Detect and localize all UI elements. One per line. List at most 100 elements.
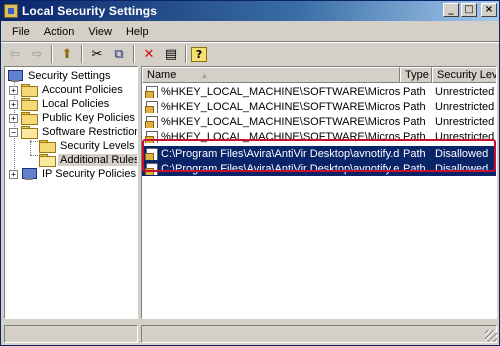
collapse-minus-icon[interactable]: − — [9, 127, 18, 137]
folder-icon — [21, 84, 38, 97]
rule-name: C:\Program Files\Avira\AntiVir Desktop\a… — [161, 162, 400, 175]
window-title: Local Security Settings — [22, 4, 158, 18]
minimize-button[interactable]: _ — [443, 3, 459, 17]
console-tree-pane[interactable]: Security Settings + Account Policies + L… — [4, 66, 138, 319]
tree-label: Account Policies — [42, 84, 123, 96]
tree-item-software-restriction-policies[interactable]: − Software Restriction Policies — [9, 125, 137, 139]
rule-type: Path — [403, 147, 426, 160]
tree-label: Software Restriction Policies — [42, 126, 137, 138]
table-row[interactable]: %HKEY_LOCAL_MACHINE\SOFTWARE\Microsoft\W… — [142, 99, 496, 114]
status-cell-right — [141, 325, 497, 343]
rule-security-level: Unrestricted — [435, 85, 495, 98]
path-rule-icon — [145, 100, 158, 113]
tree-item-ip-security-policies[interactable]: + IP Security Policies on Local Computer — [9, 167, 137, 181]
toolbar-separator — [185, 45, 187, 63]
rule-security-level: Unrestricted — [435, 115, 495, 128]
folder-open-icon — [39, 154, 56, 167]
expand-plus-icon[interactable]: + — [9, 85, 18, 95]
copy-icon[interactable]: ⧉ — [109, 45, 129, 63]
toolbar-separator — [133, 45, 135, 63]
column-header-type[interactable]: Type — [400, 67, 432, 83]
tree-label: Local Policies — [42, 98, 110, 110]
rule-security-level: Unrestricted — [435, 130, 495, 143]
maximize-button[interactable]: □ — [461, 3, 477, 17]
table-row[interactable]: %HKEY_LOCAL_MACHINE\SOFTWARE\Microsoft\W… — [142, 114, 496, 129]
folder-icon — [39, 140, 56, 153]
up-folder-icon[interactable]: ⬆ — [57, 45, 77, 63]
tree-item-account-policies[interactable]: + Account Policies — [9, 83, 125, 97]
tree-connector — [30, 141, 38, 142]
path-rule-icon — [145, 115, 158, 128]
tree-label: Security Settings — [28, 70, 111, 82]
list-header: Name ▲ Type Security Level — [142, 67, 496, 83]
forward-arrow-icon[interactable]: ⇨ — [27, 45, 47, 63]
computer-icon — [21, 167, 37, 181]
menu-bar: File Action View Help — [1, 22, 499, 41]
toolbar-separator — [51, 45, 53, 63]
sort-ascending-icon: ▲ — [200, 71, 209, 80]
close-button[interactable]: × — [481, 3, 497, 17]
table-row[interactable]: %HKEY_LOCAL_MACHINE\SOFTWARE\Microsoft\W… — [142, 84, 496, 99]
back-arrow-icon[interactable]: ⇦ — [5, 45, 25, 63]
menu-help[interactable]: Help — [119, 26, 156, 38]
expand-plus-icon[interactable]: + — [9, 169, 18, 179]
expand-plus-icon[interactable]: + — [9, 99, 18, 109]
rule-name: %HKEY_LOCAL_MACHINE\SOFTWARE\Microsoft\W… — [161, 130, 400, 143]
table-row[interactable]: %HKEY_LOCAL_MACHINE\SOFTWARE\Microsoft\W… — [142, 129, 496, 144]
rule-name: %HKEY_LOCAL_MACHINE\SOFTWARE\Microsoft\W… — [161, 100, 400, 113]
tree-connector — [30, 155, 38, 156]
rule-type: Path — [403, 162, 426, 175]
rule-security-level: Disallowed — [435, 147, 489, 160]
local-security-settings-window: Local Security Settings _ □ × File Actio… — [0, 0, 500, 346]
path-rule-icon — [145, 162, 158, 175]
tree-label-selected: Additional Rules — [58, 154, 137, 166]
rule-type: Path — [403, 100, 426, 113]
rule-type: Path — [403, 115, 426, 128]
tree-item-local-policies[interactable]: + Local Policies — [9, 97, 111, 111]
window-controls: _ □ × — [441, 3, 497, 17]
toolbar: ⇦ ⇨ ⬆ ✂ ⧉ ✕ ▤ ? — [1, 43, 499, 65]
rule-name: %HKEY_LOCAL_MACHINE\SOFTWARE\Microsoft\W… — [161, 115, 400, 128]
security-settings-icon — [7, 69, 23, 83]
resize-grip-icon[interactable] — [485, 330, 497, 342]
rules-list: %HKEY_LOCAL_MACHINE\SOFTWARE\Microsoft\W… — [142, 84, 496, 176]
properties-icon[interactable]: ▤ — [161, 45, 181, 63]
tree-item-security-levels[interactable]: Security Levels — [39, 139, 137, 153]
folder-icon — [21, 98, 38, 111]
security-settings-app-icon[interactable] — [4, 4, 18, 18]
status-bar — [1, 324, 499, 344]
toolbar-separator — [81, 45, 83, 63]
path-rule-icon — [145, 130, 158, 143]
tree-label: Security Levels — [60, 140, 135, 152]
menu-action[interactable]: Action — [37, 26, 82, 38]
title-bar[interactable]: Local Security Settings _ □ × — [1, 1, 499, 21]
status-cell-left — [4, 325, 138, 343]
tree-root-security-settings[interactable]: Security Settings — [7, 69, 113, 83]
tree-label: IP Security Policies on Local Computer — [42, 168, 137, 180]
menu-file[interactable]: File — [5, 26, 37, 38]
path-rule-icon — [145, 147, 158, 160]
rule-security-level: Disallowed — [435, 162, 489, 175]
menu-view[interactable]: View — [81, 26, 119, 38]
console-tree: Security Settings + Account Policies + L… — [5, 67, 137, 318]
table-row-selected[interactable]: C:\Program Files\Avira\AntiVir Desktop\a… — [142, 146, 496, 161]
rules-list-pane[interactable]: Name ▲ Type Security Level %HKEY_LOCAL_MA… — [141, 66, 497, 319]
rule-security-level: Unrestricted — [435, 100, 495, 113]
tree-item-additional-rules[interactable]: Additional Rules — [39, 153, 137, 167]
folder-icon — [21, 112, 38, 125]
rule-type: Path — [403, 130, 426, 143]
tree-label: Public Key Policies — [42, 112, 135, 124]
help-icon[interactable]: ? — [191, 46, 207, 62]
path-rule-icon — [145, 85, 158, 98]
expand-plus-icon[interactable]: + — [9, 113, 18, 123]
rule-name: C:\Program Files\Avira\AntiVir Desktop\a… — [161, 147, 400, 160]
delete-icon[interactable]: ✕ — [139, 45, 159, 63]
column-header-security-level[interactable]: Security Level — [432, 67, 496, 83]
folder-open-icon — [21, 126, 38, 139]
column-header-name[interactable]: Name ▲ — [142, 67, 400, 83]
rule-name: %HKEY_LOCAL_MACHINE\SOFTWARE\Microsoft\W… — [161, 85, 400, 98]
table-row-selected[interactable]: C:\Program Files\Avira\AntiVir Desktop\a… — [142, 161, 496, 176]
rule-type: Path — [403, 85, 426, 98]
cut-icon[interactable]: ✂ — [87, 45, 107, 63]
tree-item-public-key-policies[interactable]: + Public Key Policies — [9, 111, 137, 125]
